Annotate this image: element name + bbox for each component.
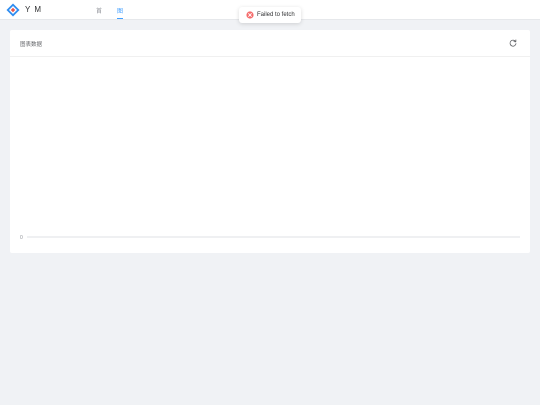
toast-message: Failed to fetch: [257, 11, 295, 18]
brand-name: Y M: [25, 5, 43, 14]
error-circle-icon: [246, 11, 254, 19]
card-header: 图表数据: [10, 30, 530, 57]
chart-card: 图表数据 0: [10, 30, 530, 253]
y-tick-label: 0: [20, 235, 23, 241]
card-title: 图表数据: [20, 42, 43, 48]
logo-icon: [6, 3, 20, 17]
error-toast: Failed to fetch: [239, 7, 301, 23]
line-chart: 0: [20, 235, 520, 241]
refresh-icon[interactable]: [509, 39, 517, 47]
nav-item-home[interactable]: 首: [96, 6, 102, 19]
nav-item-chart[interactable]: 图: [117, 6, 124, 19]
